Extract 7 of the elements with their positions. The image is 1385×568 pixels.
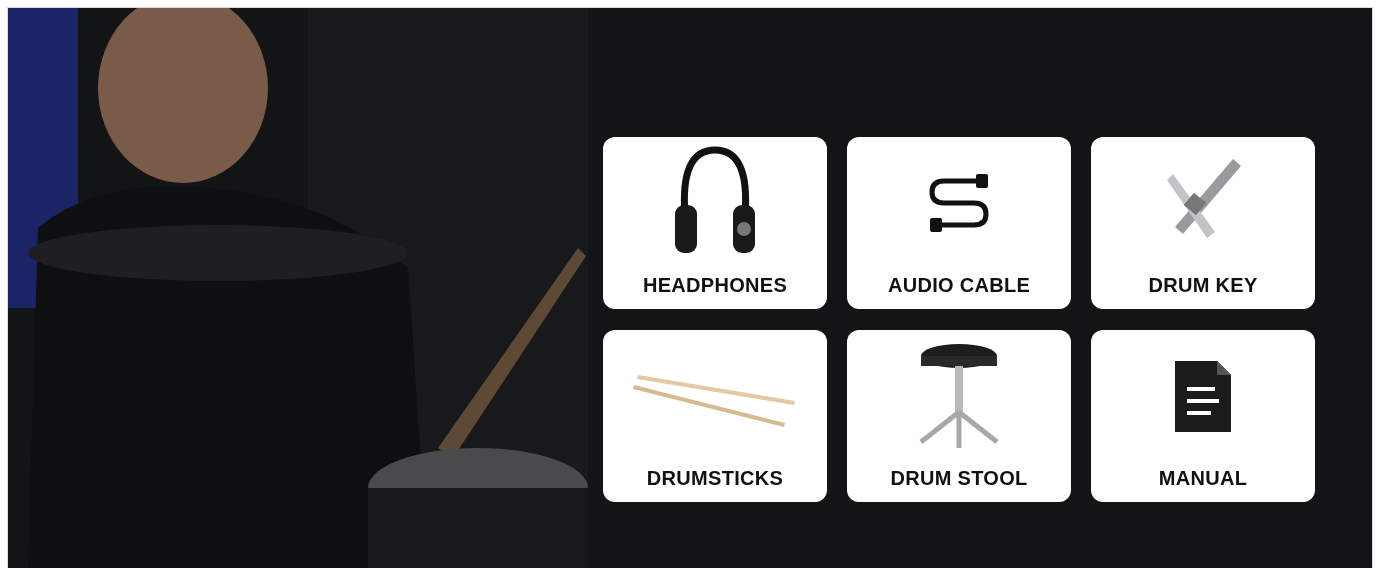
card-label: MANUAL	[1158, 466, 1248, 491]
card-label: DRUM STOOL	[890, 466, 1028, 491]
document-icon	[1173, 359, 1233, 434]
card-label: DRUM KEY	[1148, 273, 1258, 298]
card-label: DRUMSTICKS	[646, 466, 784, 491]
card-label: HEADPHONES	[642, 273, 788, 298]
card-label: AUDIO CABLE	[887, 273, 1031, 298]
